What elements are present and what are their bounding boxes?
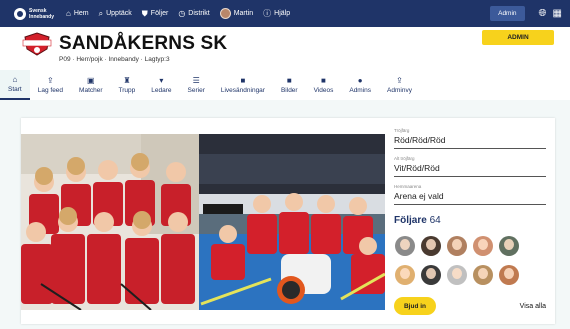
share-icon: ⇪ xyxy=(396,76,403,85)
shield-icon: ⛊ xyxy=(141,8,148,18)
club-name: SANDÅKERNS SK xyxy=(59,33,228,54)
home-arena-field: Hemmaarena Arena ej vald xyxy=(394,184,546,205)
innebandy-logo-icon xyxy=(14,7,26,20)
team-subtitle: P09 · Herr/pojk · Innebandy · Lagtyp:3 xyxy=(59,56,170,63)
tab-admins[interactable]: ● Admins xyxy=(341,70,379,100)
home-icon: ⌂ xyxy=(12,75,18,84)
follower-avatar[interactable] xyxy=(473,265,493,285)
admin-button[interactable]: ADMIN xyxy=(482,30,554,45)
follower-avatar[interactable] xyxy=(421,265,441,285)
top-navigation: Svensk Innebandy ⌂ Hem ⌕ Upptäck ⛊ Följe… xyxy=(0,0,570,27)
admin-mode-button[interactable]: Admin xyxy=(490,6,525,21)
away-kit-value: Vit/Röd/Röd xyxy=(394,163,546,177)
scoreboard-icon: ▣ xyxy=(87,76,95,85)
followers-avatars xyxy=(395,236,546,285)
follower-avatar[interactable] xyxy=(499,265,519,285)
tab-videos[interactable]: ■ Videos xyxy=(306,70,342,100)
tab-trupp[interactable]: ♜ Trupp xyxy=(111,70,144,100)
brand-logo-link[interactable]: Svensk Innebandy xyxy=(14,7,66,20)
person-icon: ● xyxy=(357,76,363,85)
follower-avatar[interactable] xyxy=(447,236,467,256)
tab-livesandningar[interactable]: ■ Livesändningar xyxy=(213,70,273,100)
tab-start[interactable]: ⌂ Start xyxy=(0,70,30,100)
share-icon: ⇪ xyxy=(47,76,54,85)
list-icon: ☰ xyxy=(192,76,200,85)
follower-avatar[interactable] xyxy=(447,265,467,285)
follower-avatar[interactable] xyxy=(499,236,519,256)
nav-item-following[interactable]: ⛊ Följer xyxy=(141,8,169,18)
nav-item-discover[interactable]: ⌕ Upptäck xyxy=(98,8,132,18)
tie-icon: ▾ xyxy=(159,76,164,85)
tab-ledare[interactable]: ▾ Ledare xyxy=(143,70,179,100)
follower-avatar[interactable] xyxy=(421,236,441,256)
tab-bilder[interactable]: ■ Bilder xyxy=(273,70,306,100)
followers-heading: Följare 64 xyxy=(394,215,441,226)
tab-matcher[interactable]: ▣ Matcher xyxy=(71,70,110,100)
tab-lag-feed[interactable]: ⇪ Lag feed xyxy=(30,70,71,100)
search-icon: ⌕ xyxy=(98,8,104,18)
home-kit-value: Röd/Röd/Röd xyxy=(394,135,546,149)
show-all-link[interactable]: Visa alla xyxy=(520,303,546,310)
avatar xyxy=(219,8,231,19)
info-icon: ⓘ xyxy=(263,8,272,18)
home-kit-field: Tröjfärg Röd/Röd/Röd xyxy=(394,128,546,149)
followers-count: 64 xyxy=(429,215,441,226)
club-logo xyxy=(22,32,52,56)
followers-actions: Bjud in Visa alla xyxy=(394,297,546,315)
away-kit-field: Alt tröjfärg Vit/Röd/Röd xyxy=(394,156,546,177)
team-header: SANDÅKERNS SK P09 · Herr/pojk · Inneband… xyxy=(0,27,570,67)
image-icon: ■ xyxy=(286,76,292,85)
nav-item-help[interactable]: ⓘ Hjälp xyxy=(263,8,290,18)
tab-adminvy[interactable]: ⇪ Adminvy xyxy=(379,70,420,100)
nav-item-profile[interactable]: Martin xyxy=(219,8,253,19)
clock-icon: ◷ xyxy=(178,8,186,18)
video-icon: ■ xyxy=(321,76,326,85)
team-details-panel: Tröjfärg Röd/Röd/Röd Alt tröjfärg Vit/Rö… xyxy=(394,128,546,285)
home-icon: ⌂ xyxy=(66,8,71,18)
team-photo-image xyxy=(21,134,385,310)
invite-button[interactable]: Bjud in xyxy=(394,297,436,315)
nav-item-home[interactable]: ⌂ Hem xyxy=(66,8,89,18)
brand-line-2: Innebandy xyxy=(29,13,55,20)
follower-avatar[interactable] xyxy=(395,236,415,256)
team-tabs: ⌂ Start ⇪ Lag feed ▣ Matcher ♜ Trupp ▾ L… xyxy=(0,70,570,100)
video-icon: ■ xyxy=(240,76,246,85)
team-photo[interactable] xyxy=(21,134,385,310)
globe-icon[interactable]: 🌐︎ xyxy=(539,8,547,19)
nav-item-district[interactable]: ◷ Distrikt xyxy=(178,8,209,18)
follower-avatar[interactable] xyxy=(395,265,415,285)
tab-serier[interactable]: ☰ Serier xyxy=(180,70,213,100)
shirt-icon: ♜ xyxy=(123,76,131,85)
calendar-icon[interactable]: ▦ xyxy=(553,8,562,19)
home-arena-value: Arena ej vald xyxy=(394,191,546,205)
follower-avatar[interactable] xyxy=(473,236,493,256)
